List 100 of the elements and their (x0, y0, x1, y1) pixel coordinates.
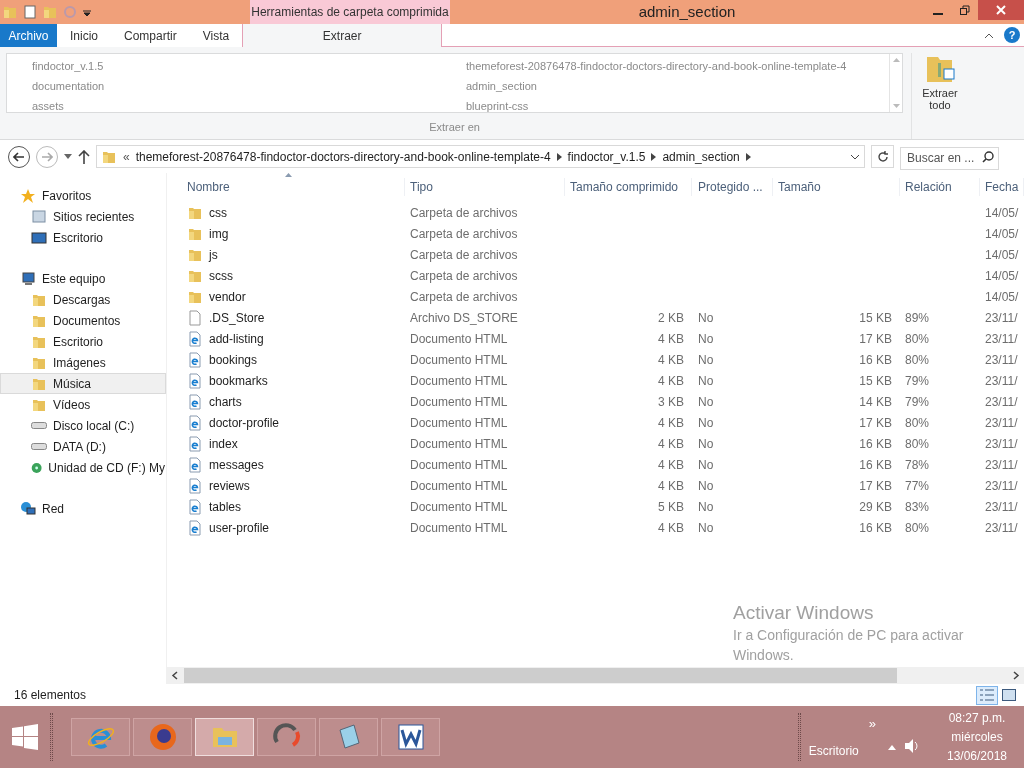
column-header[interactable]: Tipo (405, 178, 565, 196)
column-header[interactable]: Nombre (181, 178, 405, 196)
destination-item[interactable]: documentation (32, 76, 466, 96)
destination-item[interactable]: blueprint-css (466, 96, 889, 116)
taskbar-app[interactable] (257, 718, 316, 756)
chevron-right-icon[interactable] (556, 152, 562, 161)
search-icon (982, 151, 994, 163)
file-name: doctor-profile (209, 414, 280, 432)
address-overflow[interactable]: « (123, 147, 130, 166)
file-row[interactable]: index Documento HTML 4 KB No 16 KB 80% 23/11/ (181, 433, 1024, 454)
sidebar-item[interactable]: Descargas (0, 289, 166, 310)
column-header[interactable]: Tamaño comprimido (565, 178, 692, 196)
extract-all-button[interactable]: Extraer todo (918, 53, 962, 111)
taskbar-app[interactable] (381, 718, 440, 756)
file-row[interactable]: scss Carpeta de archivos 14/05/ (181, 265, 1024, 286)
horizontal-scrollbar[interactable] (167, 667, 1024, 684)
computer-icon (20, 270, 36, 287)
breadcrumb-segment[interactable]: admin_section (662, 147, 740, 166)
table-cell: 23/11/ (985, 499, 1018, 514)
file-row[interactable]: user-profile Documento HTML 4 KB No 16 KB 80% 23/11/ (181, 517, 1024, 538)
gallery-scrollbar[interactable] (889, 54, 902, 112)
sidebar-item[interactable]: Red (0, 498, 166, 519)
destination-item[interactable]: themeforest-20876478-findoctor-doctors-directory-and-book-online-template-4 (466, 56, 889, 76)
column-header[interactable]: Fecha (980, 178, 1024, 196)
table-cell: No (698, 415, 714, 430)
ribbon-tab[interactable]: Extraer (242, 24, 443, 47)
sidebar-item[interactable]: Disco local (C:) (0, 415, 166, 436)
scrollbar-thumb[interactable] (184, 668, 897, 683)
file-row[interactable]: reviews Documento HTML 4 KB No 17 KB 77% 23/11/ (181, 475, 1024, 496)
dropdown-caret-icon[interactable] (82, 7, 92, 17)
up-arrow-icon[interactable] (78, 149, 90, 164)
file-row[interactable]: add-listing Documento HTML 4 KB No 17 KB 80% 23/11/ (181, 328, 1024, 349)
table-cell: No (698, 436, 714, 451)
html-document-icon (187, 477, 203, 494)
column-header[interactable]: Relación (900, 178, 980, 196)
file-name: js (209, 246, 218, 264)
search-field[interactable]: Buscar en ... (900, 146, 999, 170)
file-row[interactable]: doctor-profile Documento HTML 4 KB No 17 KB 80% 23/11/ (181, 412, 1024, 433)
file-tab[interactable]: Archivo (0, 24, 57, 47)
destination-item[interactable]: admin_section (466, 76, 889, 96)
table-cell: Documento HTML (410, 331, 508, 346)
html-document-icon (187, 393, 203, 410)
column-header[interactable]: Tamaño (773, 178, 900, 196)
table-cell: 29 KB (859, 499, 892, 514)
ribbon-tab[interactable]: Vista (189, 24, 243, 47)
address-bar[interactable]: « themeforest-20876478-findoctor-doctors-directory-and-book-online-template-4 findoctor_v.1.5 admin_section (96, 145, 865, 168)
file-row[interactable]: img Carpeta de archivos 14/05/ (181, 223, 1024, 244)
file-row[interactable]: css Carpeta de archivos 14/05/ (181, 202, 1024, 223)
close-button[interactable] (978, 0, 1024, 20)
sidebar-item[interactable]: Escritorio (0, 331, 166, 352)
sidebar-item[interactable]: Sitios recientes (0, 206, 166, 227)
table-cell: 79% (905, 373, 930, 388)
ribbon-tab[interactable]: Compartir (111, 24, 190, 47)
destination-item[interactable]: assets (32, 96, 466, 116)
file-row[interactable]: bookmarks Documento HTML 4 KB No 15 KB 79% 23/11/ (181, 370, 1024, 391)
sidebar-item[interactable]: Favoritos (0, 185, 166, 206)
properties-icon[interactable] (22, 4, 38, 20)
table-cell: 3 KB (658, 394, 684, 409)
chevron-right-icon[interactable] (651, 152, 657, 161)
chevron-right-icon[interactable] (745, 152, 751, 161)
table-cell: 23/11/ (985, 394, 1018, 409)
file-row[interactable]: js Carpeta de archivos 14/05/ (181, 244, 1024, 265)
column-header[interactable]: Protegido ... (692, 178, 773, 196)
destination-item[interactable]: findoctor_v.1.5 (32, 56, 466, 76)
html-document-icon (187, 456, 203, 473)
table-cell: 4 KB (658, 478, 684, 493)
show-hidden-icons-icon[interactable] (888, 744, 896, 750)
sidebar-item[interactable]: Vídeos (0, 394, 166, 415)
file-row[interactable]: vendor Carpeta de archivos 14/05/ (181, 286, 1024, 307)
file-name: scss (209, 267, 233, 285)
table-cell: 80% (905, 520, 930, 535)
breadcrumb-segment[interactable]: findoctor_v.1.5 (567, 147, 646, 166)
sidebar-item[interactable]: Unidad de CD (F:) My (0, 457, 166, 478)
sidebar-item[interactable]: Escritorio (0, 227, 166, 248)
file-row[interactable]: .DS_Store Archivo DS_STORE 2 KB No 15 KB 89% 23/11/ (181, 307, 1024, 328)
refresh-icon (876, 150, 889, 163)
sidebar-item[interactable]: DATA (D:) (0, 436, 166, 457)
refresh-button[interactable] (871, 145, 894, 168)
breadcrumb-segment[interactable]: themeforest-20876478-findoctor-doctors-directory-and-book-online-template-4 (135, 147, 551, 166)
file-row[interactable]: charts Documento HTML 3 KB No 14 KB 79% 23/11/ (181, 391, 1024, 412)
html-document-icon (187, 351, 203, 368)
file-row[interactable]: tables Documento HTML 5 KB No 29 KB 83% 23/11/ (181, 496, 1024, 517)
sidebar-item[interactable]: Imágenes (0, 352, 166, 373)
file-row[interactable]: messages Documento HTML 4 KB No 16 KB 78% 23/11/ (181, 454, 1024, 475)
sidebar-item[interactable]: Este equipo (0, 268, 166, 289)
history-caret-icon[interactable] (64, 154, 72, 159)
table-cell: 16 KB (859, 352, 892, 367)
ribbon-tab[interactable]: Inicio (57, 24, 111, 47)
table-cell: 14/05/ (985, 205, 1019, 220)
speaker-icon[interactable] (904, 738, 920, 754)
dropdown-caret-icon[interactable] (850, 153, 860, 160)
file-row[interactable]: bookings Documento HTML 4 KB No 16 KB 80% 23/11/ (181, 349, 1024, 370)
sidebar-item[interactable]: Documentos (0, 310, 166, 331)
collapse-ribbon-icon[interactable] (984, 31, 994, 39)
taskbar-app[interactable] (133, 718, 192, 756)
new-folder-icon (42, 4, 58, 20)
help-button[interactable]: ? (1004, 27, 1020, 43)
star-icon (20, 187, 36, 204)
sidebar-item[interactable]: Música (0, 373, 166, 394)
table-cell: 17 KB (859, 331, 892, 346)
